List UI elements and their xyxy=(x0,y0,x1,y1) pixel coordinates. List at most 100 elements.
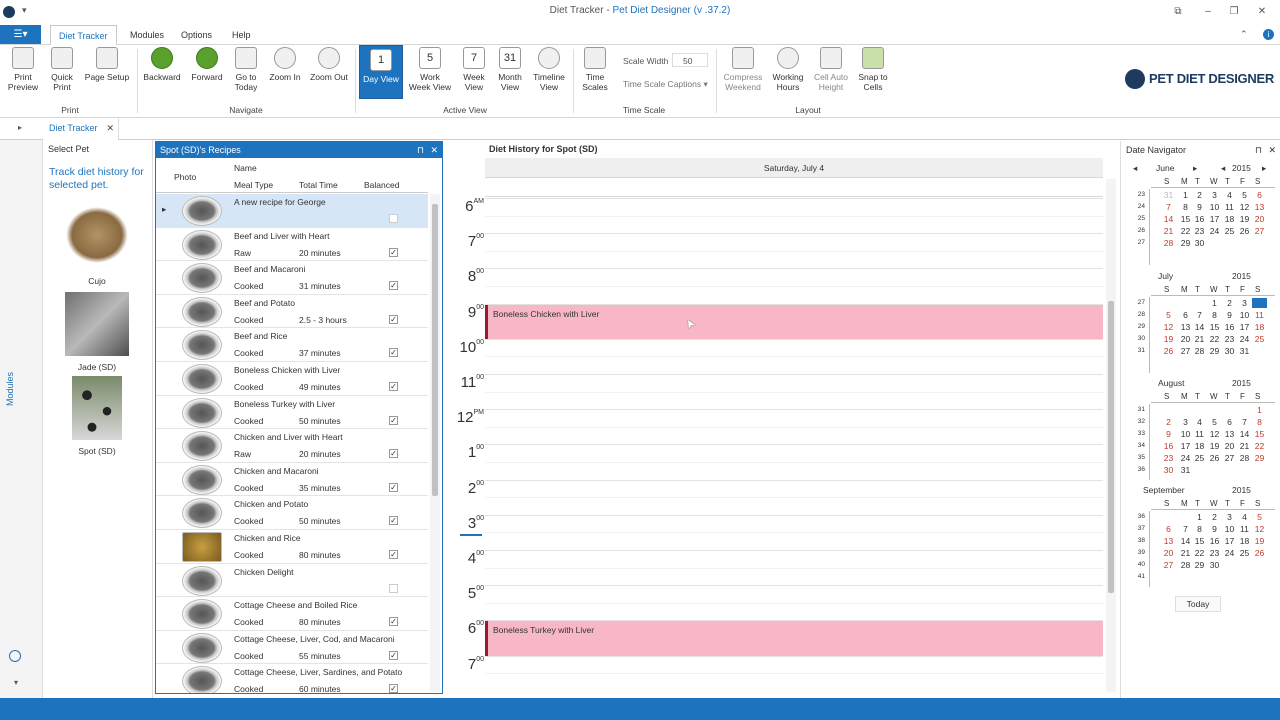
day-cell[interactable]: 4 xyxy=(1237,512,1252,522)
day-cell[interactable]: 5 xyxy=(1161,310,1176,320)
forward-button[interactable]: Forward xyxy=(186,47,228,82)
recipe-row[interactable]: Chicken and Rice Cooked 80 minutes ✓ xyxy=(156,530,428,564)
col-meal-type[interactable]: Meal Type xyxy=(234,180,273,190)
maximize-button[interactable]: ❐ xyxy=(1224,6,1244,17)
day-cell[interactable]: 4 xyxy=(1222,190,1237,200)
day-cell[interactable]: 22 xyxy=(1178,226,1193,236)
next-month-icon[interactable]: ▸ xyxy=(1193,163,1197,174)
recipes-scrollbar[interactable] xyxy=(430,194,440,692)
day-cell[interactable]: 18 xyxy=(1237,536,1252,546)
tab-options[interactable]: Options xyxy=(173,25,220,45)
month-view-button[interactable]: 31 Month View xyxy=(494,47,526,92)
day-cell[interactable]: 11 xyxy=(1192,429,1207,439)
day-cell[interactable]: 22 xyxy=(1207,334,1222,344)
day-cell[interactable]: 20 xyxy=(1252,214,1267,224)
day-cell[interactable]: 29 xyxy=(1252,453,1267,463)
day-cell[interactable]: 16 xyxy=(1192,214,1207,224)
day-cell[interactable]: 15 xyxy=(1178,214,1193,224)
day-cell[interactable]: 16 xyxy=(1161,441,1176,451)
diet-appointment[interactable]: Boneless Chicken with Liver xyxy=(485,304,1103,339)
day-cell[interactable]: 13 xyxy=(1222,429,1237,439)
day-cell[interactable]: 3 xyxy=(1207,190,1222,200)
day-cell[interactable]: 4 xyxy=(1192,417,1207,427)
day-cell[interactable]: 18 xyxy=(1192,441,1207,451)
day-cell[interactable]: 27 xyxy=(1222,453,1237,463)
modules-label[interactable]: Modules xyxy=(5,372,15,406)
compress-weekend-button[interactable]: Compress Weekend xyxy=(721,47,765,92)
recipe-row[interactable]: Chicken Delight xyxy=(156,564,428,598)
day-cell[interactable]: 6 xyxy=(1161,524,1176,534)
day-cell[interactable]: 20 xyxy=(1161,548,1176,558)
time-scale-captions-dropdown[interactable]: Time Scale Captions ▾ xyxy=(623,79,708,90)
balanced-checkbox[interactable] xyxy=(389,583,398,593)
day-cell-other-month[interactable]: 31 xyxy=(1161,190,1176,200)
balanced-checkbox[interactable]: ✓ xyxy=(389,550,398,559)
day-cell[interactable]: 18 xyxy=(1252,322,1267,332)
day-cell[interactable]: 2 xyxy=(1192,190,1207,200)
recipe-row[interactable]: Chicken and Liver with Heart Raw 20 minute… xyxy=(156,429,428,463)
pet-jade[interactable]: Jade (SD) xyxy=(63,292,131,376)
day-cell[interactable]: 3 xyxy=(1178,417,1193,427)
week-number[interactable]: 31 xyxy=(1133,347,1145,354)
cell-auto-height-button[interactable]: Cell Auto Height xyxy=(811,47,851,92)
day-cell[interactable]: 13 xyxy=(1178,322,1193,332)
day-cell[interactable]: 14 xyxy=(1161,214,1176,224)
day-cell[interactable]: 23 xyxy=(1161,453,1176,463)
day-cell[interactable]: 5 xyxy=(1252,512,1267,522)
day-cell[interactable]: 28 xyxy=(1178,560,1193,570)
balanced-checkbox[interactable]: ✓ xyxy=(389,382,398,391)
day-cell[interactable]: 4 xyxy=(1252,298,1267,308)
week-number[interactable]: 24 xyxy=(1133,203,1145,210)
recipe-row[interactable]: Cottage Cheese, Liver, Sardines, and Pot… xyxy=(156,664,428,693)
col-photo[interactable]: Photo xyxy=(174,172,196,182)
week-number[interactable]: 26 xyxy=(1133,227,1145,234)
pin-icon[interactable]: ⊓ xyxy=(417,142,424,158)
day-cell[interactable]: 10 xyxy=(1207,202,1222,212)
week-number[interactable]: 39 xyxy=(1133,549,1145,556)
day-cell[interactable]: 24 xyxy=(1178,453,1193,463)
close-button[interactable]: ✕ xyxy=(1252,6,1272,17)
day-cell[interactable]: 28 xyxy=(1161,238,1176,248)
day-cell[interactable]: 12 xyxy=(1161,322,1176,332)
col-total-time[interactable]: Total Time xyxy=(299,180,338,190)
day-cell[interactable]: 11 xyxy=(1237,524,1252,534)
day-cell[interactable]: 2 xyxy=(1207,512,1222,522)
balanced-checkbox[interactable]: ✓ xyxy=(389,281,398,291)
day-cell[interactable]: 12 xyxy=(1252,524,1267,534)
day-cell[interactable]: 13 xyxy=(1252,202,1267,212)
application-menu-button[interactable]: ☰▾ xyxy=(0,25,41,44)
ribbon-collapse-icon[interactable]: ⌃ xyxy=(1240,29,1248,40)
day-cell[interactable]: 9 xyxy=(1192,202,1207,212)
day-cell[interactable]: 9 xyxy=(1161,429,1176,439)
week-number[interactable]: 27 xyxy=(1133,299,1145,306)
day-cell[interactable]: 3 xyxy=(1237,298,1252,308)
week-number[interactable]: 29 xyxy=(1133,323,1145,330)
day-cell[interactable]: 7 xyxy=(1178,524,1193,534)
day-cell[interactable]: 17 xyxy=(1207,214,1222,224)
week-number[interactable]: 35 xyxy=(1133,454,1145,461)
week-number[interactable]: 37 xyxy=(1133,525,1145,532)
day-cell[interactable]: 14 xyxy=(1192,322,1207,332)
page-setup-button[interactable]: Page Setup xyxy=(82,47,132,82)
day-cell[interactable]: 19 xyxy=(1207,441,1222,451)
tab-modules[interactable]: Modules xyxy=(122,25,172,45)
day-cell[interactable]: 26 xyxy=(1207,453,1222,463)
recipe-row[interactable]: Chicken and Macaroni Cooked 35 minutes ✓ xyxy=(156,463,428,497)
day-cell[interactable]: 7 xyxy=(1192,310,1207,320)
day-cell[interactable]: 8 xyxy=(1252,417,1267,427)
zoom-out-button[interactable]: Zoom Out xyxy=(308,47,350,82)
day-cell[interactable]: 29 xyxy=(1207,346,1222,356)
recipe-row[interactable]: Chicken and Potato Cooked 50 minutes ✓ xyxy=(156,496,428,530)
day-cell[interactable]: 17 xyxy=(1237,322,1252,332)
doc-tab-diet-tracker[interactable]: Diet Tracker ✕ xyxy=(43,118,119,140)
day-cell[interactable]: 18 xyxy=(1222,214,1237,224)
week-number[interactable]: 34 xyxy=(1133,442,1145,449)
go-to-today-button[interactable]: Go to Today xyxy=(230,47,262,92)
day-cell[interactable]: 30 xyxy=(1192,238,1207,248)
quick-print-button[interactable]: Quick Print xyxy=(44,47,80,92)
day-cell[interactable]: 5 xyxy=(1207,417,1222,427)
day-cell[interactable]: 28 xyxy=(1192,346,1207,356)
week-number[interactable]: 23 xyxy=(1133,191,1145,198)
day-cell[interactable]: 27 xyxy=(1252,226,1267,236)
day-cell[interactable]: 31 xyxy=(1178,465,1193,475)
